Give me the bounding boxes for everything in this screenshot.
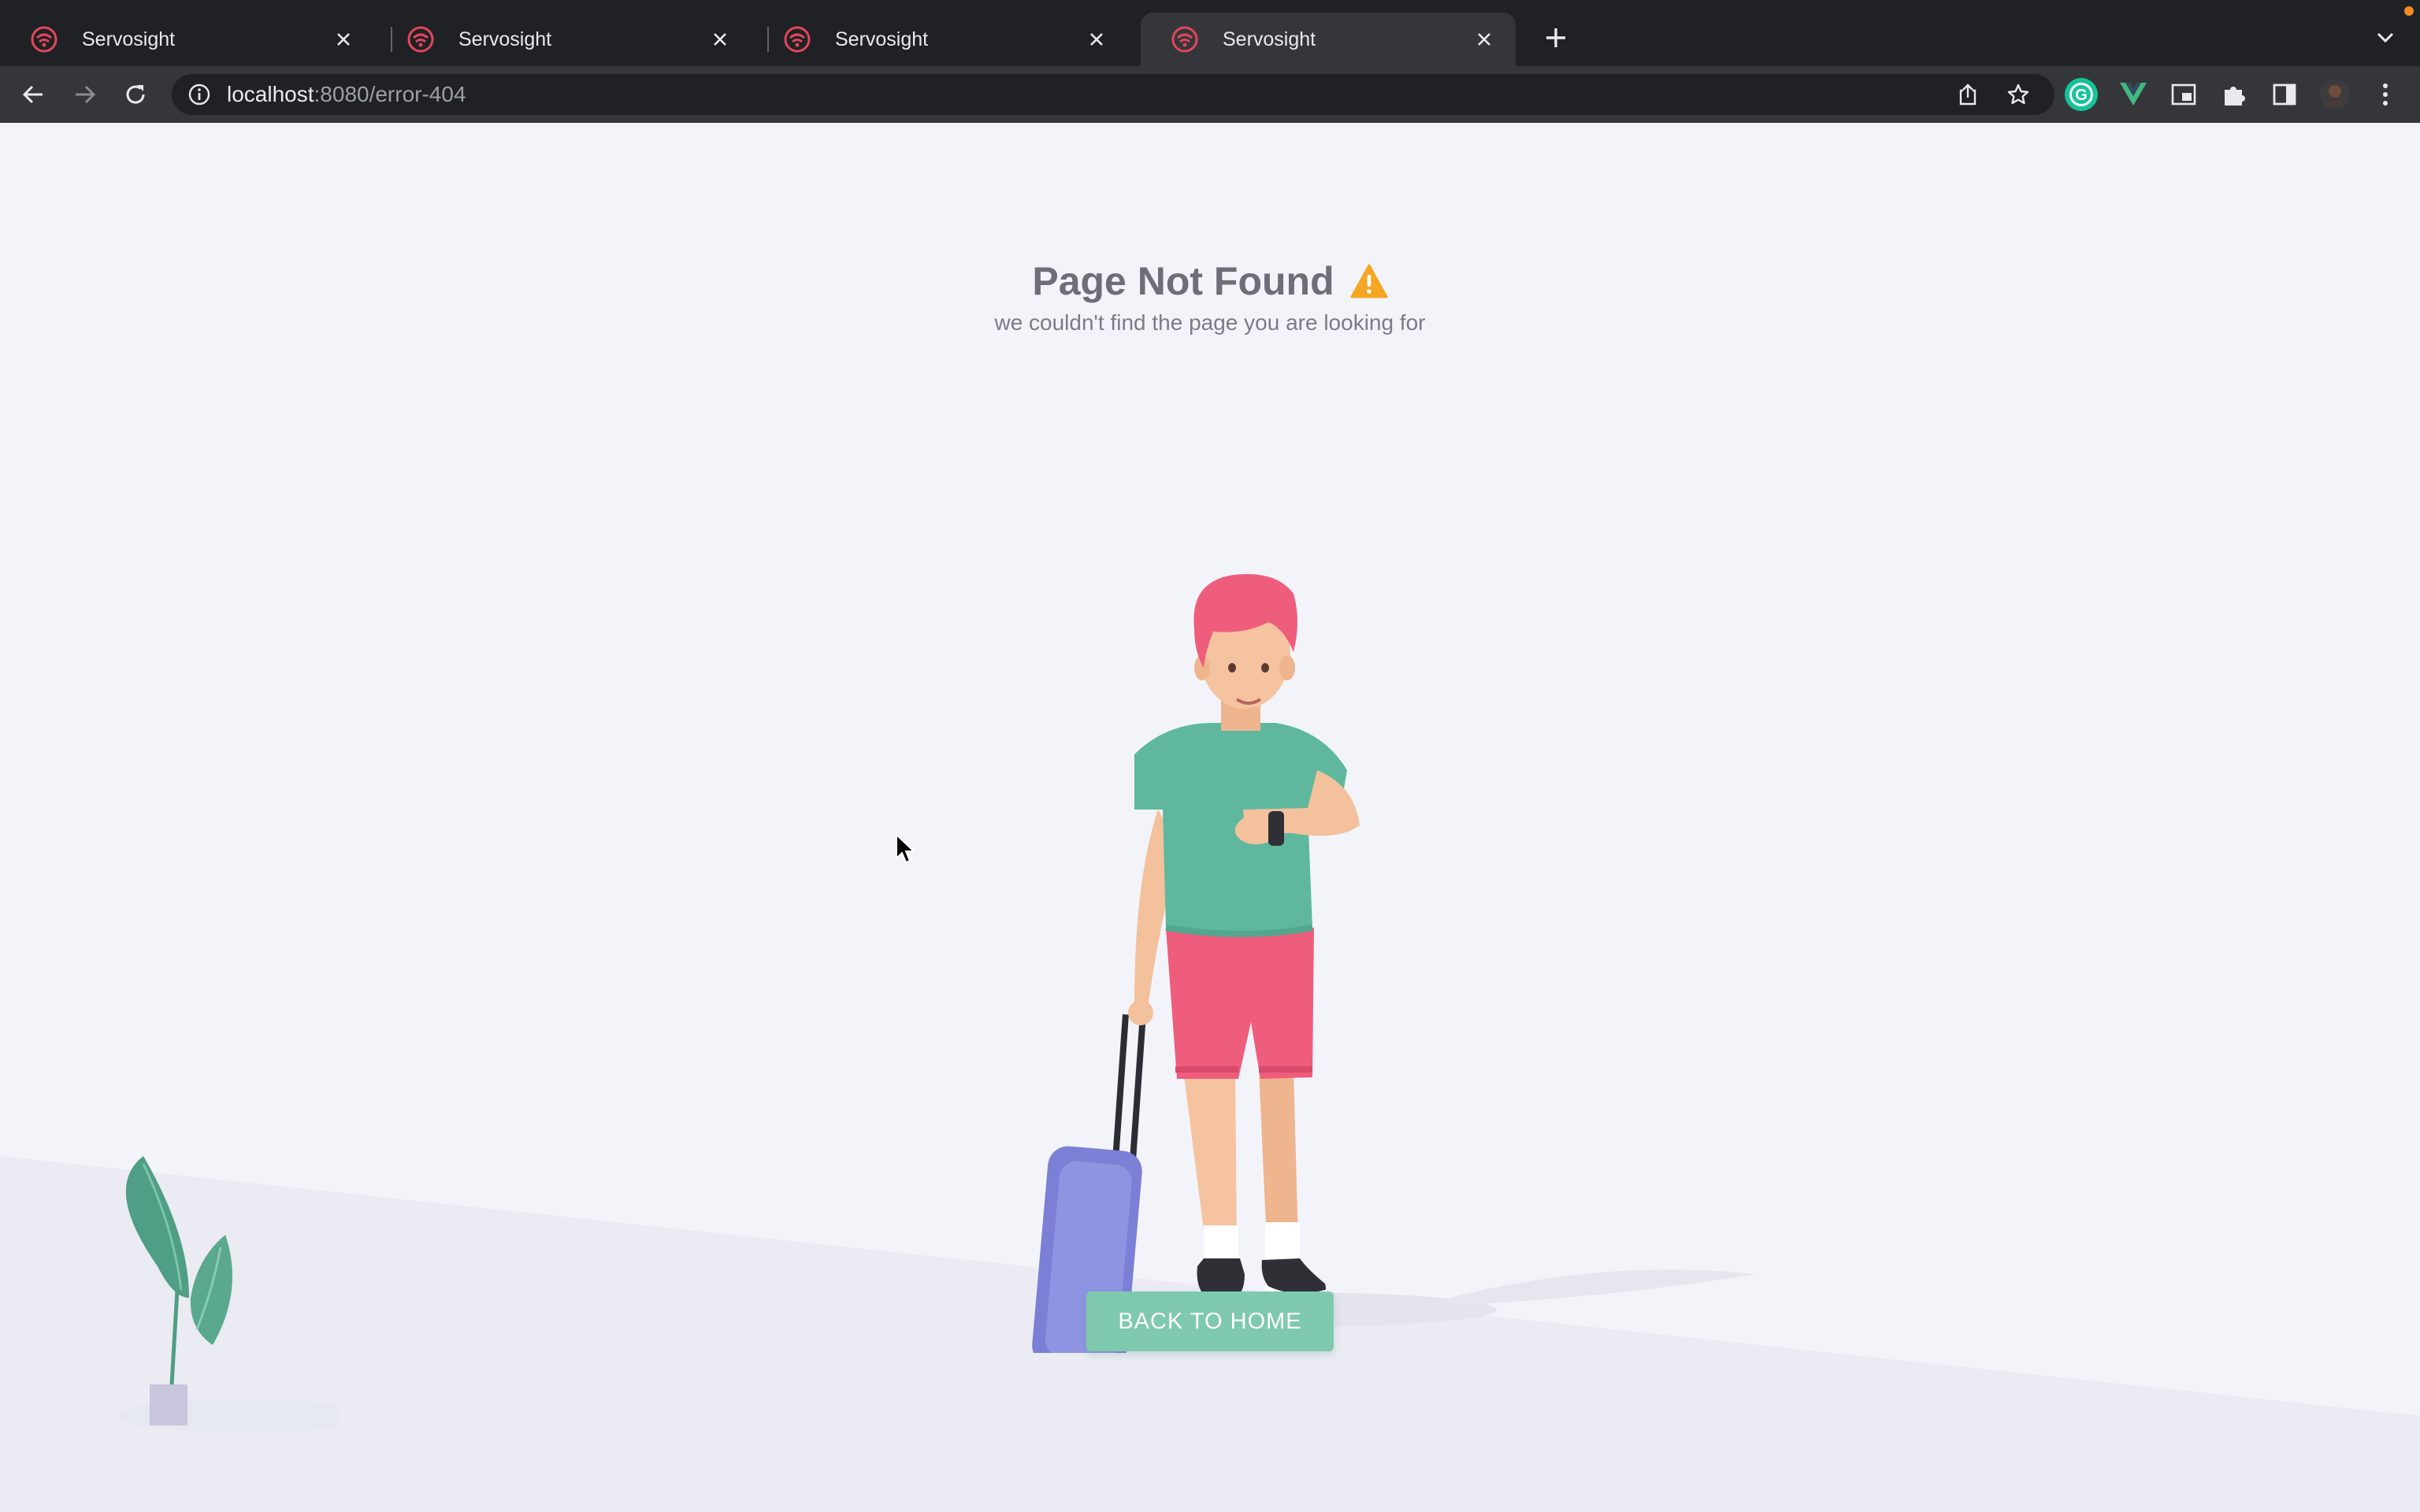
tab-title: Servosight (458, 28, 552, 50)
plant-illustration (118, 1156, 339, 1433)
tab-close-icon[interactable] (328, 24, 359, 55)
page-heading: Page Not Found (0, 258, 2420, 304)
tab-title: Servosight (1223, 28, 1316, 50)
servosight-favicon-icon (407, 26, 434, 53)
tab-close-icon[interactable] (704, 24, 736, 55)
kebab-menu-icon[interactable] (2368, 77, 2403, 112)
profile-avatar-icon[interactable] (2318, 77, 2352, 112)
tab-close-icon[interactable] (1468, 24, 1500, 55)
url-host: localhost (227, 82, 314, 106)
arrow-right-icon[interactable] (69, 79, 101, 110)
side-panel-icon[interactable] (2267, 77, 2302, 112)
traveler-illustration (1032, 574, 1757, 1353)
servosight-favicon-icon (1171, 26, 1198, 53)
share-icon[interactable] (1952, 79, 1984, 110)
servosight-favicon-icon (784, 26, 811, 53)
info-circle-icon[interactable] (187, 83, 211, 106)
warning-icon (1350, 264, 1388, 298)
reload-icon[interactable] (120, 79, 151, 110)
new-tab-plus-icon[interactable] (1539, 21, 1572, 54)
page-title: Page Not Found (1032, 259, 1334, 303)
browser-tab-2[interactable]: Servosight (377, 13, 752, 66)
picture-in-picture-icon[interactable] (2166, 77, 2201, 112)
star-icon[interactable] (2002, 79, 2034, 110)
servosight-favicon-icon (31, 26, 58, 53)
update-indicator-dot (2404, 6, 2414, 16)
browser-toolbar: localhost:8080/error-404 G (0, 66, 2420, 191)
back-to-home-button[interactable]: BACK TO HOME (1086, 1292, 1334, 1351)
puzzle-icon[interactable] (2217, 77, 2251, 112)
svg-text:G: G (2075, 87, 2088, 104)
url-path: :8080/error-404 (314, 82, 466, 106)
tab-search-chevron-down-icon[interactable] (2371, 24, 2400, 52)
browser-tab-3[interactable]: Servosight (753, 13, 1128, 66)
arrow-left-icon[interactable] (17, 79, 49, 110)
tab-title: Servosight (835, 28, 929, 50)
vue-devtools-icon[interactable] (2116, 77, 2151, 112)
browser-tab-1[interactable]: Servosight (0, 13, 375, 66)
error-404-page: Page Not Found we couldn't find the page… (0, 124, 2420, 1512)
grammarly-icon[interactable]: G (2064, 77, 2099, 112)
mouse-cursor-icon (896, 833, 915, 864)
tab-close-icon[interactable] (1081, 24, 1112, 55)
page-subtitle: we couldn't find the page you are lookin… (994, 310, 1426, 335)
address-bar[interactable]: localhost:8080/error-404 (172, 74, 2054, 115)
browser-tab-4-active[interactable]: Servosight (1141, 13, 1516, 66)
tab-title: Servosight (82, 28, 176, 50)
url-text: localhost:8080/error-404 (227, 82, 466, 107)
browser-tab-strip: Servosight Servosight Servosight Servosi… (0, 0, 2420, 66)
